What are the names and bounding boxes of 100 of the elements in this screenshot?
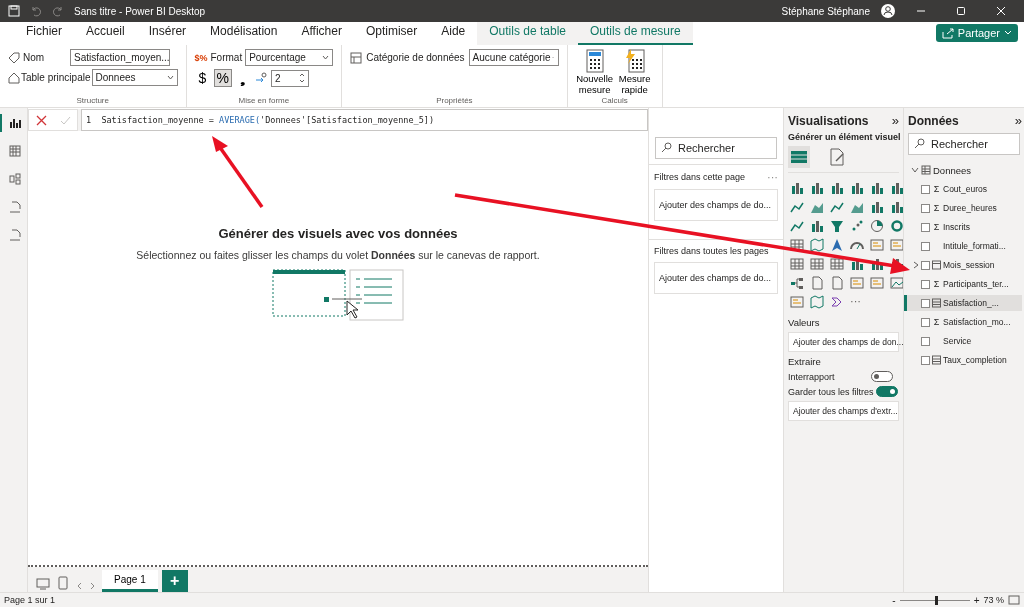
- table-icon[interactable]: [790, 257, 804, 271]
- ribbon-tab[interactable]: Accueil: [74, 22, 137, 45]
- share-button[interactable]: Partager: [935, 24, 1018, 42]
- document-icon[interactable]: [810, 276, 824, 290]
- decimals-spinner[interactable]: 2: [270, 69, 309, 87]
- scatter-chart-icon[interactable]: [850, 219, 864, 233]
- field-row[interactable]: Mois_session: [904, 257, 1022, 273]
- bar-chart-icon[interactable]: [810, 219, 824, 233]
- format-dropdown[interactable]: Pourcentage: [245, 49, 334, 66]
- drillthrough-drop-zone[interactable]: Ajouter des champs d'extr...: [788, 401, 899, 421]
- field-checkbox[interactable]: [921, 336, 930, 346]
- chevron-right-icon[interactable]: [913, 261, 919, 269]
- home-table-dropdown[interactable]: Donnees: [91, 69, 178, 86]
- field-checkbox[interactable]: [921, 317, 930, 327]
- field-checkbox[interactable]: [921, 355, 930, 365]
- card-icon[interactable]: [850, 276, 864, 290]
- zoom-out-button[interactable]: -: [892, 594, 896, 606]
- field-row[interactable]: Σ Duree_heures: [904, 200, 1022, 216]
- chevron-icon[interactable]: [830, 295, 844, 309]
- filter-drop-zone[interactable]: Ajouter des champs de do...: [654, 262, 778, 294]
- ribbon-tab[interactable]: Optimiser: [353, 22, 430, 45]
- field-checkbox[interactable]: [921, 279, 930, 289]
- avatar-icon[interactable]: [880, 3, 896, 19]
- table-icon[interactable]: [790, 238, 804, 252]
- zoom-slider-thumb[interactable]: [934, 595, 938, 605]
- ribbon-tab[interactable]: Insérer: [136, 22, 199, 45]
- data-search-field[interactable]: Rechercher: [908, 133, 1020, 155]
- name-field[interactable]: Satisfaction_moyen...: [70, 49, 170, 66]
- more-options-icon[interactable]: ···: [767, 171, 778, 183]
- table-icon[interactable]: [830, 257, 844, 271]
- tree-diagram-icon[interactable]: [790, 276, 804, 290]
- collapse-pane-icon[interactable]: »: [891, 113, 899, 128]
- document-icon[interactable]: [830, 276, 844, 290]
- filter-drop-zone[interactable]: Ajouter des champs de do...: [654, 189, 778, 221]
- field-checkbox[interactable]: [921, 241, 930, 251]
- pie-chart-icon[interactable]: [870, 219, 884, 233]
- field-row[interactable]: Intitule_formati...: [904, 238, 1022, 254]
- bar-chart-icon[interactable]: [790, 181, 804, 195]
- desktop-layout-button[interactable]: [34, 576, 52, 592]
- formula-field[interactable]: 1 Satisfaction_moyenne = AVERAGE('Donnees'[Satisfaction_moyenne_5]): [81, 109, 648, 131]
- line-chart-icon[interactable]: [790, 219, 804, 233]
- bar-chart-icon[interactable]: [890, 181, 904, 195]
- table-name[interactable]: Donnees: [933, 164, 972, 176]
- comma-button[interactable]: ❟: [234, 69, 251, 87]
- collapse-pane-icon[interactable]: »: [1014, 113, 1022, 128]
- bar-chart-icon[interactable]: [890, 200, 904, 214]
- card-icon[interactable]: [870, 238, 884, 252]
- bar-chart-icon[interactable]: [870, 257, 884, 271]
- field-row[interactable]: Σ Satisfaction_mo...: [904, 314, 1022, 330]
- more-visuals-icon[interactable]: ···: [850, 295, 864, 309]
- ribbon-tab[interactable]: Fichier: [14, 22, 74, 45]
- navigation-arrow-icon[interactable]: [830, 238, 844, 252]
- bar-chart-icon[interactable]: [830, 181, 844, 195]
- line-chart-icon[interactable]: [790, 200, 804, 214]
- measure-button[interactable]: Mesure rapide: [615, 49, 654, 95]
- card-icon[interactable]: [870, 276, 884, 290]
- add-page-button[interactable]: +: [161, 570, 188, 592]
- mobile-layout-button[interactable]: [56, 574, 70, 592]
- ribbon-tab[interactable]: Modélisation: [198, 22, 290, 45]
- ribbon-tab[interactable]: Outils de table: [477, 22, 578, 45]
- map-icon[interactable]: [810, 295, 824, 309]
- field-checkbox[interactable]: [921, 203, 930, 213]
- line-chart-icon[interactable]: [830, 200, 844, 214]
- field-row[interactable]: Σ Cout_euros: [904, 181, 1022, 197]
- ribbon-tab[interactable]: Aide: [429, 22, 478, 45]
- ribbon-tab[interactable]: Outils de mesure: [578, 22, 693, 45]
- field-row[interactable]: Satisfaction_...: [904, 295, 1022, 311]
- bar-chart-icon[interactable]: [850, 181, 864, 195]
- data-category-dropdown[interactable]: Aucune catégorie: [468, 49, 559, 66]
- filter-search-field[interactable]: Rechercher: [655, 137, 777, 159]
- build-visual-button[interactable]: [788, 146, 810, 168]
- bar-chart-icon[interactable]: [810, 181, 824, 195]
- field-row[interactable]: Taux_completion: [904, 352, 1022, 368]
- toggle-switch[interactable]: [871, 371, 893, 382]
- field-checkbox[interactable]: [921, 260, 930, 270]
- bar-chart-icon[interactable]: [870, 200, 884, 214]
- map-icon[interactable]: [810, 238, 824, 252]
- zoom-in-button[interactable]: +: [973, 594, 980, 606]
- field-row[interactable]: Σ Participants_ter...: [904, 276, 1022, 292]
- field-checkbox[interactable]: [921, 222, 930, 232]
- funnel-chart-icon[interactable]: [830, 219, 844, 233]
- redo-icon[interactable]: [52, 5, 64, 17]
- bar-chart-icon[interactable]: [870, 181, 884, 195]
- field-checkbox[interactable]: [921, 184, 930, 194]
- measure-button[interactable]: Nouvelle mesure: [575, 49, 614, 95]
- decimal-icon[interactable]: [253, 71, 268, 85]
- chevron-down-icon[interactable]: [911, 166, 919, 174]
- field-row[interactable]: Service: [904, 333, 1022, 349]
- percent-button[interactable]: %: [213, 69, 232, 87]
- save-icon[interactable]: [8, 5, 20, 17]
- ribbon-tab[interactable]: Afficher: [289, 22, 354, 45]
- page-tab[interactable]: Page 1: [102, 570, 158, 592]
- table-icon[interactable]: [810, 257, 824, 271]
- card-icon[interactable]: [790, 295, 804, 309]
- currency-button[interactable]: $: [194, 69, 211, 87]
- undo-icon[interactable]: [30, 5, 42, 17]
- field-checkbox[interactable]: [921, 298, 930, 308]
- toggle-switch[interactable]: [875, 386, 898, 397]
- card-icon[interactable]: [890, 238, 904, 252]
- image-icon[interactable]: [890, 276, 904, 290]
